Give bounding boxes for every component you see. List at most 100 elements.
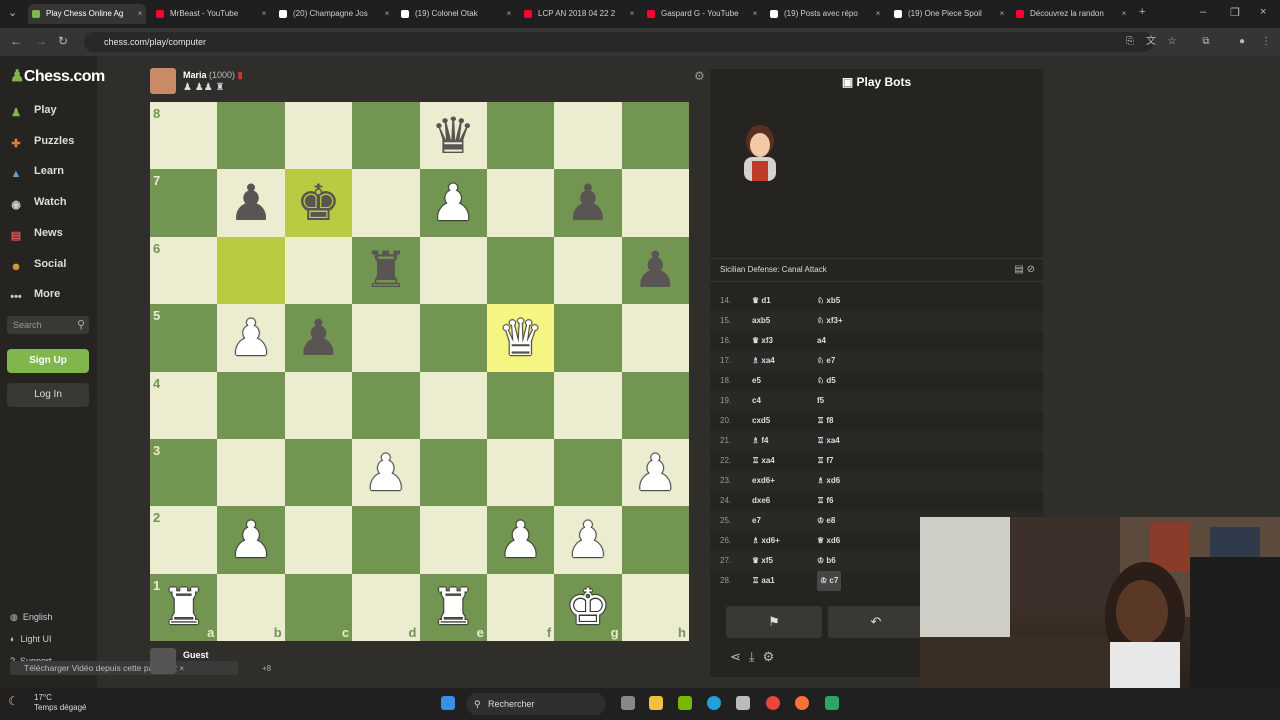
square-d4[interactable] [352, 371, 420, 439]
forward-icon[interactable]: → [35, 34, 47, 48]
tab-close-icon[interactable]: × [381, 4, 393, 24]
black-move[interactable]: ♘ d5 [817, 371, 836, 391]
store-icon[interactable] [736, 696, 750, 710]
windows-start-icon[interactable] [441, 696, 455, 710]
chess-logo[interactable]: ♟Chess.com [10, 66, 105, 86]
white-pawn-icon[interactable]: ♟ [217, 304, 284, 371]
square-a7[interactable]: 7 [150, 169, 218, 237]
login-button[interactable]: Log In [7, 383, 89, 407]
white-king-icon[interactable]: ♚ [554, 574, 621, 641]
square-e4[interactable] [419, 371, 487, 439]
tab-close-icon[interactable]: × [749, 4, 761, 24]
square-f8[interactable] [486, 102, 555, 170]
new-tab-icon[interactable]: + [1139, 6, 1145, 18]
black-move[interactable]: ♔ b6 [817, 551, 836, 571]
white-move[interactable]: ♗ f4 [752, 431, 769, 451]
browser-tab[interactable]: LCP AN 2018 04 22 2 × [520, 4, 638, 24]
explorer-icon[interactable]: ⊘ [1027, 264, 1035, 275]
settings-icon[interactable]: ⚙ [763, 649, 783, 664]
square-f3[interactable] [486, 438, 555, 507]
square-g5[interactable] [554, 304, 622, 372]
square-h1[interactable]: h [621, 573, 689, 641]
square-g6[interactable] [554, 236, 622, 305]
black-move[interactable]: ♖ f7 [817, 451, 834, 471]
white-move[interactable]: ♖ xa4 [752, 451, 775, 471]
taskbar-search[interactable]: ⚲ Rechercher [466, 693, 606, 715]
nvidia-icon[interactable] [678, 696, 692, 710]
white-move[interactable]: axb5 [752, 311, 770, 331]
white-pawn-icon[interactable]: ♟ [554, 506, 621, 573]
black-move[interactable]: ♖ f8 [817, 411, 834, 431]
white-move[interactable]: ♖ aa1 [752, 571, 775, 591]
menu-icon[interactable]: ⋮ [1260, 36, 1272, 48]
white-move[interactable]: ♛ xf3 [752, 331, 773, 351]
browser-tab[interactable]: MrBeast - YouTube × [152, 4, 270, 24]
square-h7[interactable] [621, 169, 689, 237]
square-h4[interactable] [621, 371, 689, 439]
white-move[interactable]: e5 [752, 371, 761, 391]
black-queen-icon[interactable]: ♛ [420, 102, 487, 169]
resign-flag-button[interactable]: ⚑ [726, 606, 822, 638]
close-window-icon[interactable]: × [1260, 6, 1266, 18]
square-a4[interactable]: 4 [150, 371, 218, 439]
url-field[interactable]: chess.com/play/computer [84, 32, 1154, 52]
tab-close-icon[interactable]: × [1118, 4, 1130, 24]
sidebar-item-news[interactable]: ▤ News [8, 223, 93, 243]
black-move[interactable]: ♘ xf3+ [817, 311, 843, 331]
black-move[interactable]: ♖ f6 [817, 491, 834, 511]
square-a3[interactable]: 3 [150, 438, 218, 507]
white-pawn-icon[interactable]: ♟ [420, 169, 487, 236]
white-move[interactable]: ♗ xa4 [752, 351, 775, 371]
takeback-button[interactable]: ↶ [828, 606, 924, 638]
square-c3[interactable] [284, 438, 353, 507]
black-rook-icon[interactable]: ♜ [352, 237, 419, 304]
square-f4[interactable] [486, 371, 555, 439]
weather-widget[interactable]: ☾ 17°C Temps dégagé [8, 693, 86, 713]
tab-close-icon[interactable]: × [503, 4, 515, 24]
share-icon[interactable]: ⋖ [730, 649, 749, 664]
browser-tab[interactable]: (19) One Piece Spoil × [890, 4, 1008, 24]
black-move[interactable]: ♘ xb5 [817, 291, 840, 311]
square-c8[interactable] [284, 102, 353, 170]
chess-board[interactable]: 8 7 6 5 4 3 2 1 a b c d e f g h ♛ ♟ ♚ ♟ ♟ ♜ ♟ ♟ ♟ ♛ ♟ ♟ ♟ ♟ ♟ ♜ ♜ ♚ [150, 102, 689, 641]
theme-link[interactable]: ◐ Light UI [10, 634, 51, 644]
tab-close-icon[interactable]: × [134, 4, 146, 24]
browser-tab[interactable]: (19) Posts avec répo × [766, 4, 884, 24]
white-move[interactable]: dxe6 [752, 491, 770, 511]
square-b8[interactable] [217, 102, 285, 170]
square-b1[interactable]: b [217, 573, 285, 641]
file-explorer-icon[interactable] [649, 696, 663, 710]
book-icon[interactable]: ▤ [1014, 264, 1023, 275]
sidebar-item-more[interactable]: ••• More [8, 284, 93, 304]
white-rook-icon[interactable]: ♜ [420, 574, 487, 641]
black-move[interactable]: ♖ xa4 [817, 431, 840, 451]
white-move[interactable]: ♗ xd6+ [752, 531, 780, 551]
reload-icon[interactable]: ↻ [58, 34, 68, 48]
app-icon[interactable] [825, 696, 839, 710]
white-move[interactable]: cxd5 [752, 411, 770, 431]
square-b3[interactable] [217, 438, 285, 507]
minimize-icon[interactable]: – [1200, 6, 1206, 18]
firefox-icon[interactable] [795, 696, 809, 710]
square-e6[interactable] [419, 236, 487, 305]
white-move[interactable]: c4 [752, 391, 761, 411]
white-pawn-icon[interactable]: ♟ [487, 506, 554, 573]
tab-close-icon[interactable]: × [258, 4, 270, 24]
sidebar-item-puzzles[interactable]: ✚ Puzzles [8, 131, 93, 151]
task-view-icon[interactable] [621, 696, 635, 710]
square-d5[interactable] [352, 304, 420, 372]
browser-tab[interactable]: Gaspard G - YouTube × [643, 4, 761, 24]
square-c1[interactable]: c [284, 573, 353, 641]
profile-icon[interactable]: ● [1236, 36, 1248, 48]
extensions-icon[interactable]: ⧉ [1200, 36, 1212, 48]
tab-close-icon[interactable]: × [626, 4, 638, 24]
white-pawn-icon[interactable]: ♟ [217, 506, 284, 573]
square-b6[interactable] [217, 236, 285, 305]
square-g3[interactable] [554, 438, 622, 507]
square-e5[interactable] [419, 304, 487, 372]
black-move[interactable]: ♔ c7 [817, 571, 842, 591]
chrome-icon[interactable] [766, 696, 780, 710]
sidebar-item-watch[interactable]: ◉ Watch [8, 192, 93, 212]
white-move[interactable]: e7 [752, 511, 761, 531]
square-d2[interactable] [352, 506, 420, 574]
